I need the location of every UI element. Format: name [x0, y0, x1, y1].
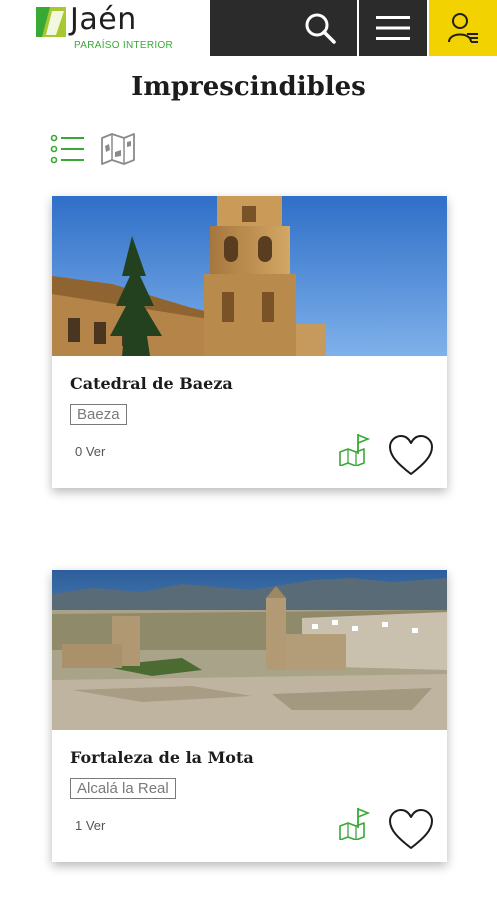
logo-mark-icon	[36, 7, 66, 37]
place-card[interactable]: Fortaleza de la Mota Alcalá la Real 1 Ve…	[52, 570, 447, 862]
page-title: Imprescindibles	[131, 72, 366, 102]
route-icon[interactable]	[338, 806, 372, 840]
card-body: Fortaleza de la Mota Alcalá la Real 1 Ve…	[52, 730, 447, 862]
list-view-icon[interactable]	[50, 132, 86, 166]
search-icon	[305, 13, 336, 44]
logo-name: Jaén	[70, 2, 137, 37]
view-count: 1 Ver	[75, 818, 106, 833]
jaen-logo[interactable]: Jaén PARAÍSO INTERIOR	[36, 2, 206, 52]
card-image-cathedral[interactable]	[52, 196, 447, 356]
view-count: 0 Ver	[75, 444, 106, 459]
route-icon[interactable]	[338, 432, 372, 466]
card-body: Catedral de Baeza Baeza 0 Ver	[52, 356, 447, 488]
card-title[interactable]: Fortaleza de la Mota	[70, 748, 254, 767]
menu-button[interactable]	[359, 0, 427, 56]
user-icon	[448, 13, 478, 43]
logo-tagline: PARAÍSO INTERIOR	[74, 40, 174, 51]
card-image-fortress[interactable]	[52, 570, 447, 730]
card-title[interactable]: Catedral de Baeza	[70, 374, 233, 393]
location-tag[interactable]: Baeza	[70, 404, 127, 425]
search-button[interactable]	[210, 0, 357, 56]
heart-icon[interactable]	[388, 434, 434, 476]
menu-icon	[376, 16, 410, 40]
place-card[interactable]: Catedral de Baeza Baeza 0 Ver	[52, 196, 447, 488]
location-tag[interactable]: Alcalá la Real	[70, 778, 176, 799]
app-header: Jaén PARAÍSO INTERIOR	[0, 0, 497, 56]
map-view-icon[interactable]	[100, 132, 136, 166]
heart-icon[interactable]	[388, 808, 434, 850]
user-button[interactable]	[429, 0, 497, 56]
